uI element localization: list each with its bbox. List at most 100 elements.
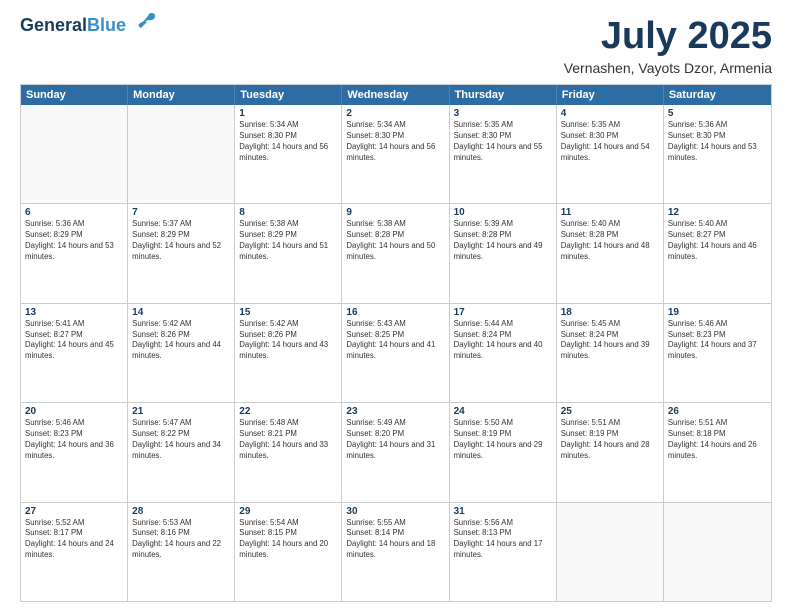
day-info: Sunrise: 5:51 AM Sunset: 8:19 PM Dayligh…: [561, 418, 659, 462]
day-info: Sunrise: 5:38 AM Sunset: 8:29 PM Dayligh…: [239, 219, 337, 263]
cal-cell-r3-c2: 14Sunrise: 5:42 AM Sunset: 8:26 PM Dayli…: [128, 304, 235, 402]
day-number: 7: [132, 207, 230, 218]
cal-cell-r4-c6: 25Sunrise: 5:51 AM Sunset: 8:19 PM Dayli…: [557, 403, 664, 501]
cal-cell-r5-c7: [664, 503, 771, 601]
day-number: 5: [668, 108, 767, 119]
day-number: 10: [454, 207, 552, 218]
cal-cell-r4-c4: 23Sunrise: 5:49 AM Sunset: 8:20 PM Dayli…: [342, 403, 449, 501]
day-info: Sunrise: 5:41 AM Sunset: 8:27 PM Dayligh…: [25, 319, 123, 363]
cal-cell-r5-c1: 27Sunrise: 5:52 AM Sunset: 8:17 PM Dayli…: [21, 503, 128, 601]
cal-cell-r5-c2: 28Sunrise: 5:53 AM Sunset: 8:16 PM Dayli…: [128, 503, 235, 601]
calendar-row-5: 27Sunrise: 5:52 AM Sunset: 8:17 PM Dayli…: [21, 503, 771, 601]
day-info: Sunrise: 5:42 AM Sunset: 8:26 PM Dayligh…: [239, 319, 337, 363]
day-info: Sunrise: 5:54 AM Sunset: 8:15 PM Dayligh…: [239, 518, 337, 562]
day-info: Sunrise: 5:52 AM Sunset: 8:17 PM Dayligh…: [25, 518, 123, 562]
day-info: Sunrise: 5:40 AM Sunset: 8:28 PM Dayligh…: [561, 219, 659, 263]
logo: GeneralBlue: [20, 16, 157, 36]
calendar: Sunday Monday Tuesday Wednesday Thursday…: [20, 84, 772, 602]
header: GeneralBlue July 2025 Vernashen, Vayots …: [20, 16, 772, 76]
cal-cell-r1-c5: 3Sunrise: 5:35 AM Sunset: 8:30 PM Daylig…: [450, 105, 557, 203]
day-info: Sunrise: 5:47 AM Sunset: 8:22 PM Dayligh…: [132, 418, 230, 462]
day-info: Sunrise: 5:34 AM Sunset: 8:30 PM Dayligh…: [239, 120, 337, 164]
day-info: Sunrise: 5:40 AM Sunset: 8:27 PM Dayligh…: [668, 219, 767, 263]
day-number: 16: [346, 307, 444, 318]
day-info: Sunrise: 5:42 AM Sunset: 8:26 PM Dayligh…: [132, 319, 230, 363]
day-info: Sunrise: 5:37 AM Sunset: 8:29 PM Dayligh…: [132, 219, 230, 263]
day-number: 8: [239, 207, 337, 218]
day-number: 6: [25, 207, 123, 218]
day-number: 15: [239, 307, 337, 318]
calendar-row-2: 6Sunrise: 5:36 AM Sunset: 8:29 PM Daylig…: [21, 204, 771, 303]
calendar-row-4: 20Sunrise: 5:46 AM Sunset: 8:23 PM Dayli…: [21, 403, 771, 502]
day-number: 14: [132, 307, 230, 318]
day-info: Sunrise: 5:56 AM Sunset: 8:13 PM Dayligh…: [454, 518, 552, 562]
header-thursday: Thursday: [450, 85, 557, 105]
day-number: 3: [454, 108, 552, 119]
day-info: Sunrise: 5:55 AM Sunset: 8:14 PM Dayligh…: [346, 518, 444, 562]
cal-cell-r2-c2: 7Sunrise: 5:37 AM Sunset: 8:29 PM Daylig…: [128, 204, 235, 302]
calendar-row-1: 1Sunrise: 5:34 AM Sunset: 8:30 PM Daylig…: [21, 105, 771, 204]
cal-cell-r4-c1: 20Sunrise: 5:46 AM Sunset: 8:23 PM Dayli…: [21, 403, 128, 501]
page: GeneralBlue July 2025 Vernashen, Vayots …: [0, 0, 792, 612]
day-number: 1: [239, 108, 337, 119]
cal-cell-r3-c7: 19Sunrise: 5:46 AM Sunset: 8:23 PM Dayli…: [664, 304, 771, 402]
day-info: Sunrise: 5:49 AM Sunset: 8:20 PM Dayligh…: [346, 418, 444, 462]
cal-cell-r1-c7: 5Sunrise: 5:36 AM Sunset: 8:30 PM Daylig…: [664, 105, 771, 203]
cal-cell-r3-c5: 17Sunrise: 5:44 AM Sunset: 8:24 PM Dayli…: [450, 304, 557, 402]
day-number: 31: [454, 506, 552, 517]
header-sunday: Sunday: [21, 85, 128, 105]
day-number: 17: [454, 307, 552, 318]
cal-cell-r1-c6: 4Sunrise: 5:35 AM Sunset: 8:30 PM Daylig…: [557, 105, 664, 203]
cal-cell-r4-c3: 22Sunrise: 5:48 AM Sunset: 8:21 PM Dayli…: [235, 403, 342, 501]
day-info: Sunrise: 5:34 AM Sunset: 8:30 PM Dayligh…: [346, 120, 444, 164]
location: Vernashen, Vayots Dzor, Armenia: [564, 60, 772, 76]
day-info: Sunrise: 5:35 AM Sunset: 8:30 PM Dayligh…: [561, 120, 659, 164]
cal-cell-r1-c2: [128, 105, 235, 203]
cal-cell-r3-c6: 18Sunrise: 5:45 AM Sunset: 8:24 PM Dayli…: [557, 304, 664, 402]
day-number: 22: [239, 406, 337, 417]
day-number: 11: [561, 207, 659, 218]
cal-cell-r5-c3: 29Sunrise: 5:54 AM Sunset: 8:15 PM Dayli…: [235, 503, 342, 601]
day-info: Sunrise: 5:44 AM Sunset: 8:24 PM Dayligh…: [454, 319, 552, 363]
cal-cell-r2-c6: 11Sunrise: 5:40 AM Sunset: 8:28 PM Dayli…: [557, 204, 664, 302]
header-tuesday: Tuesday: [235, 85, 342, 105]
cal-cell-r2-c7: 12Sunrise: 5:40 AM Sunset: 8:27 PM Dayli…: [664, 204, 771, 302]
calendar-header: Sunday Monday Tuesday Wednesday Thursday…: [21, 85, 771, 105]
day-info: Sunrise: 5:46 AM Sunset: 8:23 PM Dayligh…: [25, 418, 123, 462]
cal-cell-r3-c1: 13Sunrise: 5:41 AM Sunset: 8:27 PM Dayli…: [21, 304, 128, 402]
cal-cell-r5-c6: [557, 503, 664, 601]
cal-cell-r4-c2: 21Sunrise: 5:47 AM Sunset: 8:22 PM Dayli…: [128, 403, 235, 501]
day-info: Sunrise: 5:46 AM Sunset: 8:23 PM Dayligh…: [668, 319, 767, 363]
logo-text: GeneralBlue: [20, 16, 126, 36]
day-number: 21: [132, 406, 230, 417]
cal-cell-r5-c5: 31Sunrise: 5:56 AM Sunset: 8:13 PM Dayli…: [450, 503, 557, 601]
cal-cell-r3-c4: 16Sunrise: 5:43 AM Sunset: 8:25 PM Dayli…: [342, 304, 449, 402]
day-info: Sunrise: 5:36 AM Sunset: 8:29 PM Dayligh…: [25, 219, 123, 263]
cal-cell-r1-c3: 1Sunrise: 5:34 AM Sunset: 8:30 PM Daylig…: [235, 105, 342, 203]
day-info: Sunrise: 5:35 AM Sunset: 8:30 PM Dayligh…: [454, 120, 552, 164]
cal-cell-r1-c1: [21, 105, 128, 203]
cal-cell-r2-c5: 10Sunrise: 5:39 AM Sunset: 8:28 PM Dayli…: [450, 204, 557, 302]
day-number: 18: [561, 307, 659, 318]
day-info: Sunrise: 5:39 AM Sunset: 8:28 PM Dayligh…: [454, 219, 552, 263]
day-info: Sunrise: 5:38 AM Sunset: 8:28 PM Dayligh…: [346, 219, 444, 263]
day-info: Sunrise: 5:51 AM Sunset: 8:18 PM Dayligh…: [668, 418, 767, 462]
day-number: 23: [346, 406, 444, 417]
calendar-body: 1Sunrise: 5:34 AM Sunset: 8:30 PM Daylig…: [21, 105, 771, 601]
day-number: 26: [668, 406, 767, 417]
calendar-row-3: 13Sunrise: 5:41 AM Sunset: 8:27 PM Dayli…: [21, 304, 771, 403]
day-number: 20: [25, 406, 123, 417]
day-number: 4: [561, 108, 659, 119]
day-number: 13: [25, 307, 123, 318]
cal-cell-r5-c4: 30Sunrise: 5:55 AM Sunset: 8:14 PM Dayli…: [342, 503, 449, 601]
day-info: Sunrise: 5:45 AM Sunset: 8:24 PM Dayligh…: [561, 319, 659, 363]
day-info: Sunrise: 5:50 AM Sunset: 8:19 PM Dayligh…: [454, 418, 552, 462]
cal-cell-r2-c3: 8Sunrise: 5:38 AM Sunset: 8:29 PM Daylig…: [235, 204, 342, 302]
day-number: 28: [132, 506, 230, 517]
day-info: Sunrise: 5:43 AM Sunset: 8:25 PM Dayligh…: [346, 319, 444, 363]
header-saturday: Saturday: [664, 85, 771, 105]
cal-cell-r3-c3: 15Sunrise: 5:42 AM Sunset: 8:26 PM Dayli…: [235, 304, 342, 402]
title-block: July 2025 Vernashen, Vayots Dzor, Armeni…: [564, 16, 772, 76]
cal-cell-r1-c4: 2Sunrise: 5:34 AM Sunset: 8:30 PM Daylig…: [342, 105, 449, 203]
cal-cell-r4-c5: 24Sunrise: 5:50 AM Sunset: 8:19 PM Dayli…: [450, 403, 557, 501]
